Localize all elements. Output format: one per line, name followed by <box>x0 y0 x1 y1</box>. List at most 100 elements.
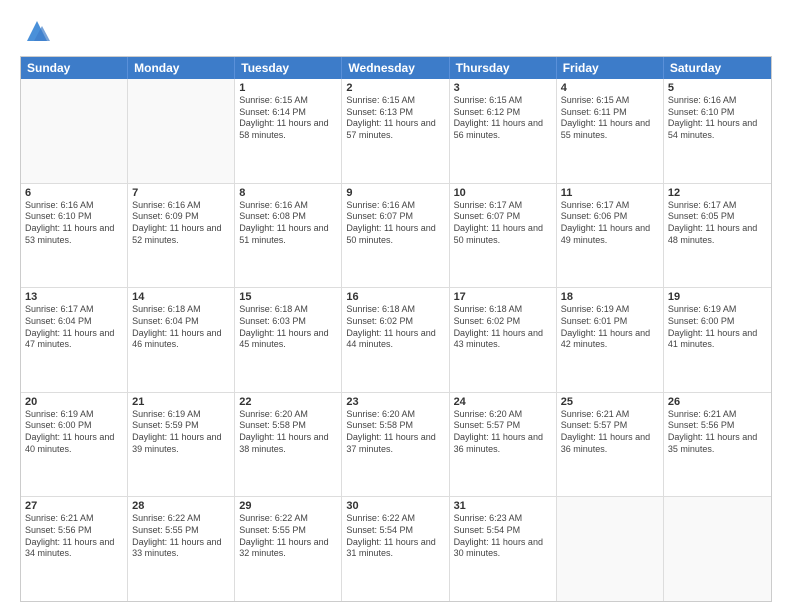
day-info: Sunrise: 6:21 AM Sunset: 5:57 PM Dayligh… <box>561 409 659 456</box>
calendar-day-empty <box>664 497 771 601</box>
calendar-day-5: 5Sunrise: 6:16 AM Sunset: 6:10 PM Daylig… <box>664 79 771 183</box>
day-number: 31 <box>454 500 552 512</box>
calendar-day-8: 8Sunrise: 6:16 AM Sunset: 6:08 PM Daylig… <box>235 184 342 288</box>
day-info: Sunrise: 6:15 AM Sunset: 6:13 PM Dayligh… <box>346 95 444 142</box>
day-number: 15 <box>239 291 337 303</box>
day-number: 20 <box>25 396 123 408</box>
calendar-day-21: 21Sunrise: 6:19 AM Sunset: 5:59 PM Dayli… <box>128 393 235 497</box>
day-info: Sunrise: 6:19 AM Sunset: 6:00 PM Dayligh… <box>668 304 767 351</box>
calendar-day-26: 26Sunrise: 6:21 AM Sunset: 5:56 PM Dayli… <box>664 393 771 497</box>
day-number: 22 <box>239 396 337 408</box>
day-number: 14 <box>132 291 230 303</box>
weekday-header-sunday: Sunday <box>21 57 128 79</box>
calendar-day-29: 29Sunrise: 6:22 AM Sunset: 5:55 PM Dayli… <box>235 497 342 601</box>
calendar-day-18: 18Sunrise: 6:19 AM Sunset: 6:01 PM Dayli… <box>557 288 664 392</box>
calendar-week-4: 20Sunrise: 6:19 AM Sunset: 6:00 PM Dayli… <box>21 393 771 498</box>
day-number: 11 <box>561 187 659 199</box>
day-info: Sunrise: 6:22 AM Sunset: 5:55 PM Dayligh… <box>132 513 230 560</box>
day-info: Sunrise: 6:21 AM Sunset: 5:56 PM Dayligh… <box>668 409 767 456</box>
calendar-day-1: 1Sunrise: 6:15 AM Sunset: 6:14 PM Daylig… <box>235 79 342 183</box>
day-number: 27 <box>25 500 123 512</box>
day-number: 19 <box>668 291 767 303</box>
weekday-header-friday: Friday <box>557 57 664 79</box>
day-number: 4 <box>561 82 659 94</box>
calendar-day-19: 19Sunrise: 6:19 AM Sunset: 6:00 PM Dayli… <box>664 288 771 392</box>
calendar-day-2: 2Sunrise: 6:15 AM Sunset: 6:13 PM Daylig… <box>342 79 449 183</box>
day-info: Sunrise: 6:21 AM Sunset: 5:56 PM Dayligh… <box>25 513 123 560</box>
calendar-week-5: 27Sunrise: 6:21 AM Sunset: 5:56 PM Dayli… <box>21 497 771 601</box>
logo <box>20 16 52 46</box>
day-number: 17 <box>454 291 552 303</box>
weekday-header-saturday: Saturday <box>664 57 771 79</box>
day-number: 13 <box>25 291 123 303</box>
calendar-day-11: 11Sunrise: 6:17 AM Sunset: 6:06 PM Dayli… <box>557 184 664 288</box>
weekday-header-thursday: Thursday <box>450 57 557 79</box>
day-number: 28 <box>132 500 230 512</box>
day-info: Sunrise: 6:17 AM Sunset: 6:05 PM Dayligh… <box>668 200 767 247</box>
day-number: 1 <box>239 82 337 94</box>
calendar-day-30: 30Sunrise: 6:22 AM Sunset: 5:54 PM Dayli… <box>342 497 449 601</box>
weekday-header-monday: Monday <box>128 57 235 79</box>
day-info: Sunrise: 6:15 AM Sunset: 6:12 PM Dayligh… <box>454 95 552 142</box>
calendar-day-9: 9Sunrise: 6:16 AM Sunset: 6:07 PM Daylig… <box>342 184 449 288</box>
calendar-day-16: 16Sunrise: 6:18 AM Sunset: 6:02 PM Dayli… <box>342 288 449 392</box>
calendar-day-13: 13Sunrise: 6:17 AM Sunset: 6:04 PM Dayli… <box>21 288 128 392</box>
day-info: Sunrise: 6:20 AM Sunset: 5:58 PM Dayligh… <box>346 409 444 456</box>
day-info: Sunrise: 6:16 AM Sunset: 6:10 PM Dayligh… <box>668 95 767 142</box>
calendar-day-17: 17Sunrise: 6:18 AM Sunset: 6:02 PM Dayli… <box>450 288 557 392</box>
calendar-day-10: 10Sunrise: 6:17 AM Sunset: 6:07 PM Dayli… <box>450 184 557 288</box>
day-info: Sunrise: 6:17 AM Sunset: 6:04 PM Dayligh… <box>25 304 123 351</box>
calendar-day-24: 24Sunrise: 6:20 AM Sunset: 5:57 PM Dayli… <box>450 393 557 497</box>
logo-icon <box>22 16 52 46</box>
calendar-day-4: 4Sunrise: 6:15 AM Sunset: 6:11 PM Daylig… <box>557 79 664 183</box>
day-info: Sunrise: 6:18 AM Sunset: 6:02 PM Dayligh… <box>346 304 444 351</box>
weekday-header-wednesday: Wednesday <box>342 57 449 79</box>
day-number: 30 <box>346 500 444 512</box>
calendar-week-1: 1Sunrise: 6:15 AM Sunset: 6:14 PM Daylig… <box>21 79 771 184</box>
day-number: 2 <box>346 82 444 94</box>
calendar-day-27: 27Sunrise: 6:21 AM Sunset: 5:56 PM Dayli… <box>21 497 128 601</box>
day-info: Sunrise: 6:18 AM Sunset: 6:02 PM Dayligh… <box>454 304 552 351</box>
calendar-day-3: 3Sunrise: 6:15 AM Sunset: 6:12 PM Daylig… <box>450 79 557 183</box>
day-info: Sunrise: 6:16 AM Sunset: 6:10 PM Dayligh… <box>25 200 123 247</box>
day-info: Sunrise: 6:15 AM Sunset: 6:11 PM Dayligh… <box>561 95 659 142</box>
calendar-day-7: 7Sunrise: 6:16 AM Sunset: 6:09 PM Daylig… <box>128 184 235 288</box>
day-info: Sunrise: 6:19 AM Sunset: 6:00 PM Dayligh… <box>25 409 123 456</box>
day-number: 16 <box>346 291 444 303</box>
day-info: Sunrise: 6:17 AM Sunset: 6:06 PM Dayligh… <box>561 200 659 247</box>
calendar-day-empty <box>557 497 664 601</box>
calendar-day-6: 6Sunrise: 6:16 AM Sunset: 6:10 PM Daylig… <box>21 184 128 288</box>
calendar-day-15: 15Sunrise: 6:18 AM Sunset: 6:03 PM Dayli… <box>235 288 342 392</box>
day-info: Sunrise: 6:15 AM Sunset: 6:14 PM Dayligh… <box>239 95 337 142</box>
day-number: 12 <box>668 187 767 199</box>
calendar-day-empty <box>128 79 235 183</box>
day-number: 6 <box>25 187 123 199</box>
page: SundayMondayTuesdayWednesdayThursdayFrid… <box>0 0 792 612</box>
day-info: Sunrise: 6:17 AM Sunset: 6:07 PM Dayligh… <box>454 200 552 247</box>
weekday-header-tuesday: Tuesday <box>235 57 342 79</box>
day-info: Sunrise: 6:20 AM Sunset: 5:57 PM Dayligh… <box>454 409 552 456</box>
day-number: 10 <box>454 187 552 199</box>
calendar-week-3: 13Sunrise: 6:17 AM Sunset: 6:04 PM Dayli… <box>21 288 771 393</box>
day-number: 25 <box>561 396 659 408</box>
day-info: Sunrise: 6:18 AM Sunset: 6:04 PM Dayligh… <box>132 304 230 351</box>
day-number: 21 <box>132 396 230 408</box>
day-number: 9 <box>346 187 444 199</box>
day-info: Sunrise: 6:18 AM Sunset: 6:03 PM Dayligh… <box>239 304 337 351</box>
day-number: 8 <box>239 187 337 199</box>
day-info: Sunrise: 6:19 AM Sunset: 5:59 PM Dayligh… <box>132 409 230 456</box>
calendar-day-20: 20Sunrise: 6:19 AM Sunset: 6:00 PM Dayli… <box>21 393 128 497</box>
calendar-day-23: 23Sunrise: 6:20 AM Sunset: 5:58 PM Dayli… <box>342 393 449 497</box>
calendar: SundayMondayTuesdayWednesdayThursdayFrid… <box>20 56 772 602</box>
calendar-day-12: 12Sunrise: 6:17 AM Sunset: 6:05 PM Dayli… <box>664 184 771 288</box>
header <box>20 16 772 46</box>
day-number: 26 <box>668 396 767 408</box>
calendar-day-28: 28Sunrise: 6:22 AM Sunset: 5:55 PM Dayli… <box>128 497 235 601</box>
calendar-day-25: 25Sunrise: 6:21 AM Sunset: 5:57 PM Dayli… <box>557 393 664 497</box>
day-info: Sunrise: 6:16 AM Sunset: 6:07 PM Dayligh… <box>346 200 444 247</box>
day-info: Sunrise: 6:16 AM Sunset: 6:08 PM Dayligh… <box>239 200 337 247</box>
calendar-body: 1Sunrise: 6:15 AM Sunset: 6:14 PM Daylig… <box>21 79 771 601</box>
day-info: Sunrise: 6:23 AM Sunset: 5:54 PM Dayligh… <box>454 513 552 560</box>
day-number: 29 <box>239 500 337 512</box>
day-number: 23 <box>346 396 444 408</box>
